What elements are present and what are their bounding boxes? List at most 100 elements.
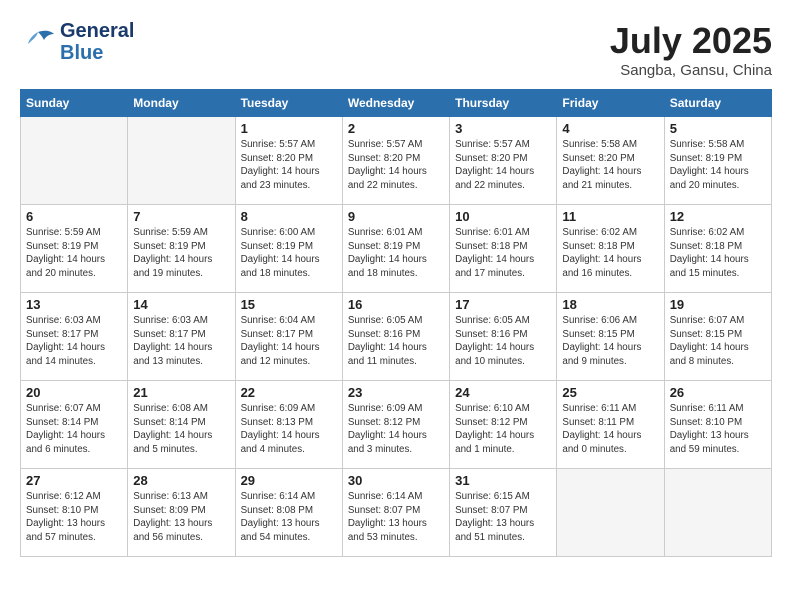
calendar-cell: 12 Sunrise: 6:02 AM Sunset: 8:18 PM Dayli… — [664, 205, 771, 293]
day-number: 22 — [241, 385, 337, 400]
day-info: Sunrise: 5:57 AM Sunset: 8:20 PM Dayligh… — [241, 138, 337, 193]
day-info: Sunrise: 5:57 AM Sunset: 8:20 PM Dayligh… — [455, 138, 551, 193]
calendar-cell: 10 Sunrise: 6:01 AM Sunset: 8:18 PM Dayli… — [450, 205, 557, 293]
weekday-header-friday: Friday — [557, 90, 664, 117]
day-info: Sunrise: 6:04 AM Sunset: 8:17 PM Dayligh… — [241, 314, 337, 369]
day-number: 30 — [348, 473, 444, 488]
calendar-cell: 27 Sunrise: 6:12 AM Sunset: 8:10 PM Dayli… — [21, 469, 128, 557]
day-info: Sunrise: 6:11 AM Sunset: 8:11 PM Dayligh… — [562, 402, 658, 457]
day-number: 11 — [562, 209, 658, 224]
day-info: Sunrise: 6:15 AM Sunset: 8:07 PM Dayligh… — [455, 490, 551, 545]
calendar-cell: 24Sunrise: 6:10 AM Sunset: 8:12 PM Dayli… — [450, 381, 557, 469]
day-number: 27 — [26, 473, 122, 488]
day-number: 17 — [455, 297, 551, 312]
day-number: 3 — [455, 121, 551, 136]
calendar-cell — [21, 117, 128, 205]
calendar-cell: 28Sunrise: 6:13 AM Sunset: 8:09 PM Dayli… — [128, 469, 235, 557]
day-number: 2 — [348, 121, 444, 136]
day-info: Sunrise: 6:01 AM Sunset: 8:19 PM Dayligh… — [348, 226, 444, 281]
day-info: Sunrise: 6:03 AM Sunset: 8:17 PM Dayligh… — [133, 314, 229, 369]
calendar-cell: 8Sunrise: 6:00 AM Sunset: 8:19 PM Daylig… — [235, 205, 342, 293]
calendar-cell: 22 Sunrise: 6:09 AM Sunset: 8:13 PM Dayli… — [235, 381, 342, 469]
day-number: 29 — [241, 473, 337, 488]
day-number: 8 — [241, 209, 337, 224]
calendar-cell: 13 Sunrise: 6:03 AM Sunset: 8:17 PM Dayli… — [21, 293, 128, 381]
day-number: 20 — [26, 385, 122, 400]
calendar-cell — [128, 117, 235, 205]
day-number: 9 — [348, 209, 444, 224]
calendar-cell: 31 Sunrise: 6:15 AM Sunset: 8:07 PM Dayli… — [450, 469, 557, 557]
calendar-cell: 17 Sunrise: 6:05 AM Sunset: 8:16 PM Dayli… — [450, 293, 557, 381]
weekday-header-monday: Monday — [128, 90, 235, 117]
calendar-cell: 18 Sunrise: 6:06 AM Sunset: 8:15 PM Dayli… — [557, 293, 664, 381]
day-info: Sunrise: 6:01 AM Sunset: 8:18 PM Dayligh… — [455, 226, 551, 281]
day-info: Sunrise: 5:58 AM Sunset: 8:20 PM Dayligh… — [562, 138, 658, 193]
day-info: Sunrise: 5:58 AM Sunset: 8:19 PM Dayligh… — [670, 138, 766, 193]
day-number: 5 — [670, 121, 766, 136]
week-row-1: 1 Sunrise: 5:57 AM Sunset: 8:20 PM Daylig… — [21, 117, 772, 205]
day-number: 10 — [455, 209, 551, 224]
day-number: 13 — [26, 297, 122, 312]
logo-icon — [20, 26, 56, 58]
day-info: Sunrise: 6:09 AM Sunset: 8:13 PM Dayligh… — [241, 402, 337, 457]
day-number: 6 — [26, 209, 122, 224]
calendar-cell: 2Sunrise: 5:57 AM Sunset: 8:20 PM Daylig… — [342, 117, 449, 205]
day-info: Sunrise: 5:59 AM Sunset: 8:19 PM Dayligh… — [133, 226, 229, 281]
day-number: 4 — [562, 121, 658, 136]
weekday-header-thursday: Thursday — [450, 90, 557, 117]
calendar-cell: 5 Sunrise: 5:58 AM Sunset: 8:19 PM Daylig… — [664, 117, 771, 205]
day-info: Sunrise: 6:05 AM Sunset: 8:16 PM Dayligh… — [455, 314, 551, 369]
day-info: Sunrise: 6:10 AM Sunset: 8:12 PM Dayligh… — [455, 402, 551, 457]
logo-general: General — [60, 20, 134, 42]
day-number: 21 — [133, 385, 229, 400]
day-number: 15 — [241, 297, 337, 312]
week-row-4: 20 Sunrise: 6:07 AM Sunset: 8:14 PM Dayli… — [21, 381, 772, 469]
day-info: Sunrise: 6:12 AM Sunset: 8:10 PM Dayligh… — [26, 490, 122, 545]
logo: General Blue — [20, 20, 134, 64]
day-info: Sunrise: 6:06 AM Sunset: 8:15 PM Dayligh… — [562, 314, 658, 369]
weekday-header-row: SundayMondayTuesdayWednesdayThursdayFrid… — [21, 90, 772, 117]
day-number: 1 — [241, 121, 337, 136]
day-number: 23 — [348, 385, 444, 400]
week-row-3: 13 Sunrise: 6:03 AM Sunset: 8:17 PM Dayli… — [21, 293, 772, 381]
day-number: 19 — [670, 297, 766, 312]
calendar-cell: 21 Sunrise: 6:08 AM Sunset: 8:14 PM Dayli… — [128, 381, 235, 469]
day-info: Sunrise: 5:59 AM Sunset: 8:19 PM Dayligh… — [26, 226, 122, 281]
calendar-cell: 15 Sunrise: 6:04 AM Sunset: 8:17 PM Dayli… — [235, 293, 342, 381]
calendar-cell: 23 Sunrise: 6:09 AM Sunset: 8:12 PM Dayli… — [342, 381, 449, 469]
calendar-cell: 20 Sunrise: 6:07 AM Sunset: 8:14 PM Dayli… — [21, 381, 128, 469]
day-number: 26 — [670, 385, 766, 400]
logo-blue: Blue — [60, 42, 134, 64]
calendar-cell — [664, 469, 771, 557]
calendar-table: SundayMondayTuesdayWednesdayThursdayFrid… — [20, 89, 772, 557]
calendar-cell: 1 Sunrise: 5:57 AM Sunset: 8:20 PM Daylig… — [235, 117, 342, 205]
calendar-cell: 6 Sunrise: 5:59 AM Sunset: 8:19 PM Daylig… — [21, 205, 128, 293]
calendar-cell: 16Sunrise: 6:05 AM Sunset: 8:16 PM Dayli… — [342, 293, 449, 381]
day-info: Sunrise: 6:13 AM Sunset: 8:09 PM Dayligh… — [133, 490, 229, 545]
day-number: 31 — [455, 473, 551, 488]
month-year: July 2025 — [610, 20, 772, 62]
calendar-cell: 30 Sunrise: 6:14 AM Sunset: 8:07 PM Dayli… — [342, 469, 449, 557]
day-info: Sunrise: 6:07 AM Sunset: 8:15 PM Dayligh… — [670, 314, 766, 369]
day-number: 7 — [133, 209, 229, 224]
day-info: Sunrise: 6:07 AM Sunset: 8:14 PM Dayligh… — [26, 402, 122, 457]
weekday-header-sunday: Sunday — [21, 90, 128, 117]
calendar-cell: 14 Sunrise: 6:03 AM Sunset: 8:17 PM Dayli… — [128, 293, 235, 381]
day-number: 12 — [670, 209, 766, 224]
day-info: Sunrise: 6:03 AM Sunset: 8:17 PM Dayligh… — [26, 314, 122, 369]
day-info: Sunrise: 6:02 AM Sunset: 8:18 PM Dayligh… — [670, 226, 766, 281]
calendar-cell — [557, 469, 664, 557]
weekday-header-tuesday: Tuesday — [235, 90, 342, 117]
day-number: 16 — [348, 297, 444, 312]
day-number: 14 — [133, 297, 229, 312]
day-info: Sunrise: 6:14 AM Sunset: 8:08 PM Dayligh… — [241, 490, 337, 545]
day-info: Sunrise: 6:14 AM Sunset: 8:07 PM Dayligh… — [348, 490, 444, 545]
day-info: Sunrise: 6:08 AM Sunset: 8:14 PM Dayligh… — [133, 402, 229, 457]
calendar-cell: 29 Sunrise: 6:14 AM Sunset: 8:08 PM Dayli… — [235, 469, 342, 557]
day-info: Sunrise: 6:11 AM Sunset: 8:10 PM Dayligh… — [670, 402, 766, 457]
title-block: July 2025 Sangba, Gansu, China — [610, 20, 772, 79]
day-number: 18 — [562, 297, 658, 312]
day-info: Sunrise: 6:09 AM Sunset: 8:12 PM Dayligh… — [348, 402, 444, 457]
calendar-cell: 4 Sunrise: 5:58 AM Sunset: 8:20 PM Daylig… — [557, 117, 664, 205]
day-number: 25 — [562, 385, 658, 400]
